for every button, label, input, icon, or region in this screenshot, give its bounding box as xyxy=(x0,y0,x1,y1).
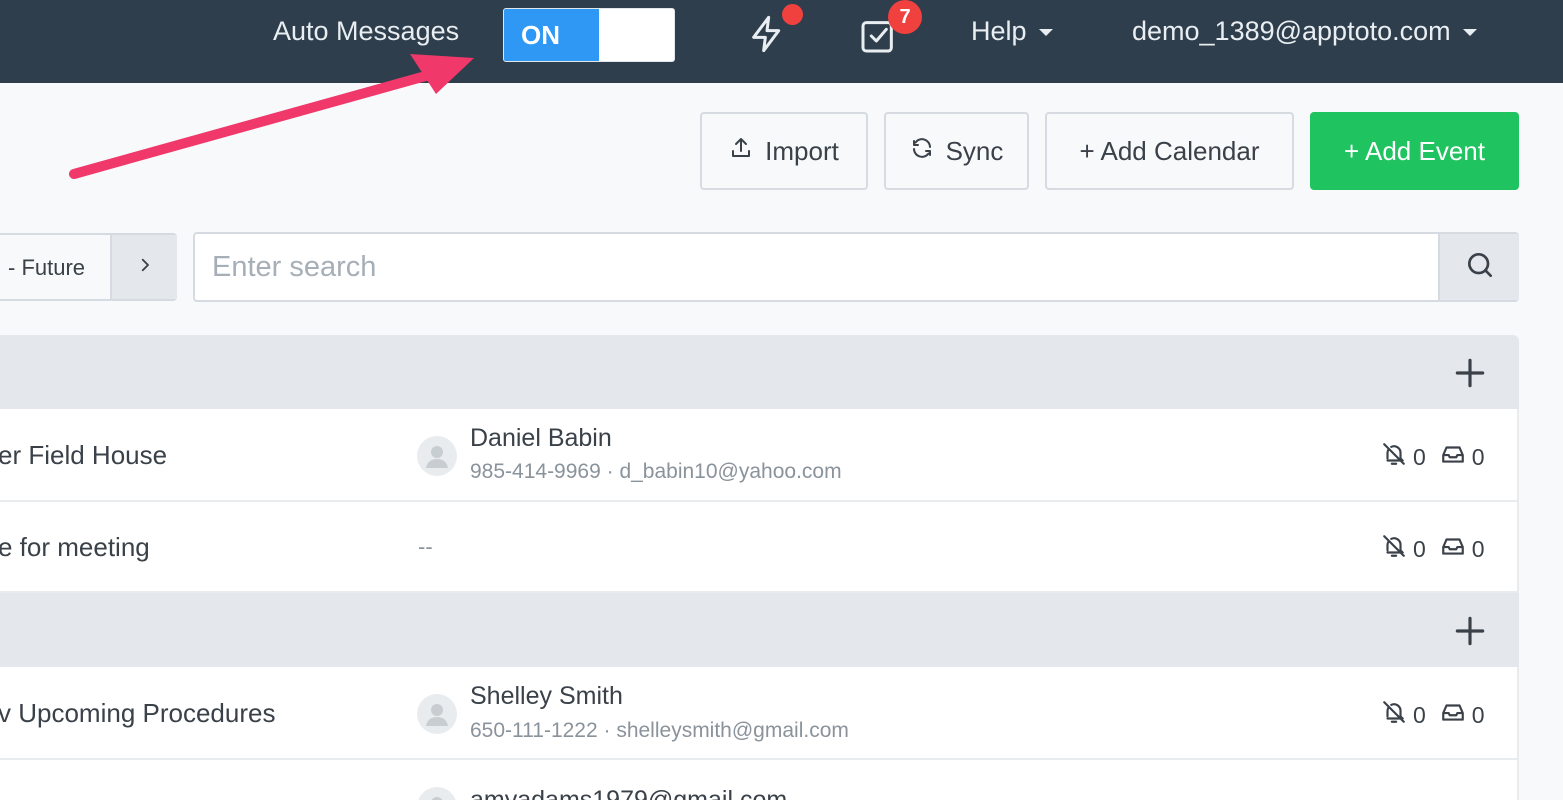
add-event-to-group-button[interactable] xyxy=(1451,612,1489,650)
add-event-button[interactable]: + Add Event xyxy=(1310,112,1519,190)
no-contact-placeholder: -- xyxy=(418,534,433,559)
sync-label: Sync xyxy=(945,135,1004,166)
reminders-count: 0 xyxy=(1413,701,1426,728)
import-button[interactable]: Import xyxy=(700,112,868,190)
bell-off-icon xyxy=(1381,699,1407,731)
chevron-down-icon xyxy=(1038,29,1053,37)
date-range-label: - Future xyxy=(8,255,86,280)
date-group-header xyxy=(0,593,1519,667)
top-navigation-bar: Auto Messages ON 7 Help demo_1389@apptot… xyxy=(0,0,1563,83)
auto-messages-label: Auto Messages xyxy=(273,16,460,46)
auto-messages-toggle[interactable]: ON xyxy=(503,8,675,62)
date-group-header xyxy=(0,335,1519,409)
contact-name[interactable]: amyadams1979@gmail.com xyxy=(470,786,787,800)
help-menu[interactable]: Help xyxy=(971,16,1053,47)
event-row[interactable]: amyadams1979@gmail.com xyxy=(0,760,1519,800)
chevron-right-icon xyxy=(136,256,154,279)
event-title[interactable]: e for meeting xyxy=(0,532,150,563)
search-bar xyxy=(193,232,1519,302)
lightning-bolt-icon[interactable] xyxy=(747,14,787,54)
event-list: er Field House Daniel Babin 985-414-9969… xyxy=(0,335,1519,800)
contact-detail: 985-414-9969 · d_babin10@yahoo.com xyxy=(470,460,842,483)
inbox-icon xyxy=(1440,699,1466,731)
event-row[interactable]: er Field House Daniel Babin 985-414-9969… xyxy=(0,409,1519,502)
tasks-count-badge: 7 xyxy=(888,0,922,34)
bell-off-icon xyxy=(1381,533,1407,565)
sync-button[interactable]: Sync xyxy=(884,112,1029,190)
add-calendar-label: + Add Calendar xyxy=(1079,135,1260,166)
date-range-filter[interactable]: - Future xyxy=(0,233,177,301)
refresh-icon xyxy=(910,136,934,167)
event-title[interactable]: er Field House xyxy=(0,440,167,471)
contact-name[interactable]: Shelley Smith xyxy=(470,682,623,711)
search-input[interactable] xyxy=(195,234,1438,300)
event-row[interactable]: e for meeting -- 0 0 xyxy=(0,502,1519,593)
notification-dot xyxy=(782,4,803,25)
reminders-count: 0 xyxy=(1413,535,1426,562)
add-calendar-button[interactable]: + Add Calendar xyxy=(1045,112,1294,190)
plus-icon xyxy=(1451,616,1489,654)
contact-name[interactable]: Daniel Babin xyxy=(470,424,612,453)
magnifier-icon xyxy=(1464,249,1496,286)
bell-off-icon xyxy=(1381,441,1407,473)
messages-count: 0 xyxy=(1471,443,1485,470)
message-counts: 0 0 xyxy=(1381,441,1499,473)
upload-icon xyxy=(729,136,753,167)
messages-count: 0 xyxy=(1471,535,1485,562)
contact-detail: 650-111-1222 · shelleysmith@gmail.com xyxy=(470,719,849,742)
chevron-down-icon xyxy=(1462,29,1477,37)
help-label: Help xyxy=(971,16,1027,46)
event-row[interactable]: v Upcoming Procedures Shelley Smith 650-… xyxy=(0,667,1519,760)
inbox-icon xyxy=(1440,441,1466,473)
avatar xyxy=(417,787,457,800)
account-email: demo_1389@apptoto.com xyxy=(1132,16,1451,46)
toggle-knob xyxy=(599,9,674,61)
toggle-on-state: ON xyxy=(504,9,599,61)
account-menu[interactable]: demo_1389@apptoto.com xyxy=(1132,16,1477,47)
avatar xyxy=(417,694,457,734)
import-label: Import xyxy=(765,135,839,166)
plus-icon xyxy=(1451,358,1489,396)
event-title[interactable]: v Upcoming Procedures xyxy=(0,698,275,729)
add-event-label: + Add Event xyxy=(1344,135,1485,166)
message-counts: 0 0 xyxy=(1381,533,1499,565)
avatar xyxy=(417,436,457,476)
inbox-icon xyxy=(1440,533,1466,565)
search-button[interactable] xyxy=(1438,234,1519,300)
reminders-count: 0 xyxy=(1413,443,1426,470)
messages-count: 0 xyxy=(1471,701,1485,728)
next-range-button[interactable] xyxy=(110,235,177,299)
message-counts: 0 0 xyxy=(1381,699,1499,731)
add-event-to-group-button[interactable] xyxy=(1451,354,1489,392)
